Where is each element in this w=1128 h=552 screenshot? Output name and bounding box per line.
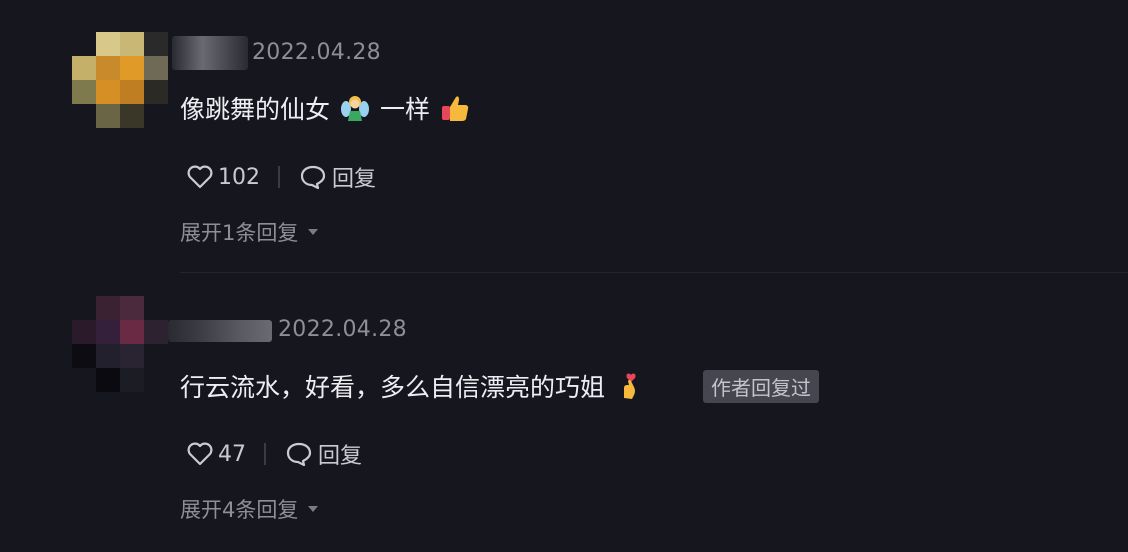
caret-down-icon <box>308 229 319 235</box>
reply-button[interactable]: 回复 <box>298 161 376 193</box>
comment-item: 2022.04.28 像跳舞的仙女 一样 102 回复 展开1条回复 <box>0 0 1128 276</box>
action-divider <box>264 443 266 465</box>
finger-heart-icon <box>615 371 645 401</box>
reply-button[interactable]: 回复 <box>284 438 362 470</box>
like-count: 102 <box>218 164 260 190</box>
expand-replies-label: 展开1条回复 <box>180 221 299 245</box>
comment-bubble-icon <box>286 442 312 467</box>
comment-text-part: 像跳舞的仙女 <box>180 95 331 124</box>
comment-date: 2022.04.28 <box>252 40 381 65</box>
comment-text: 像跳舞的仙女 一样 <box>180 90 480 126</box>
author-replied-badge: 作者回复过 <box>703 369 820 403</box>
comment-divider <box>180 272 1128 273</box>
avatar[interactable] <box>72 296 168 392</box>
caret-down-icon <box>308 506 319 512</box>
comment-actions: 47 回复 <box>186 438 362 470</box>
comment-item: 2022.04.28 行云流水，好看，多么自信漂亮的巧姐 作者回复过 47 回复… <box>0 276 1128 552</box>
thumbs-up-icon <box>440 93 470 123</box>
comment-text: 行云流水，好看，多么自信漂亮的巧姐 作者回复过 <box>180 368 820 404</box>
expand-replies-label: 展开4条回复 <box>180 498 299 522</box>
expand-replies-button[interactable]: 展开4条回复 <box>180 494 319 524</box>
username-blurred[interactable] <box>168 320 272 342</box>
fairy-emoji-icon <box>340 93 370 123</box>
comment-text-part: 一样 <box>380 95 431 124</box>
like-count: 47 <box>218 441 246 467</box>
expand-replies-button[interactable]: 展开1条回复 <box>180 217 319 247</box>
action-divider <box>278 166 280 188</box>
heart-icon <box>187 165 213 189</box>
reply-label: 回复 <box>332 167 377 192</box>
like-button[interactable]: 47 <box>186 441 246 467</box>
comment-text-part: 行云流水，好看，多么自信漂亮的巧姐 <box>180 373 606 402</box>
like-button[interactable]: 102 <box>186 164 260 190</box>
username-blurred[interactable] <box>172 36 248 70</box>
avatar[interactable] <box>72 32 168 128</box>
comment-date: 2022.04.28 <box>278 317 407 342</box>
heart-icon <box>187 442 213 466</box>
comment-actions: 102 回复 <box>186 161 376 193</box>
reply-label: 回复 <box>318 444 363 469</box>
comment-bubble-icon <box>300 165 326 190</box>
